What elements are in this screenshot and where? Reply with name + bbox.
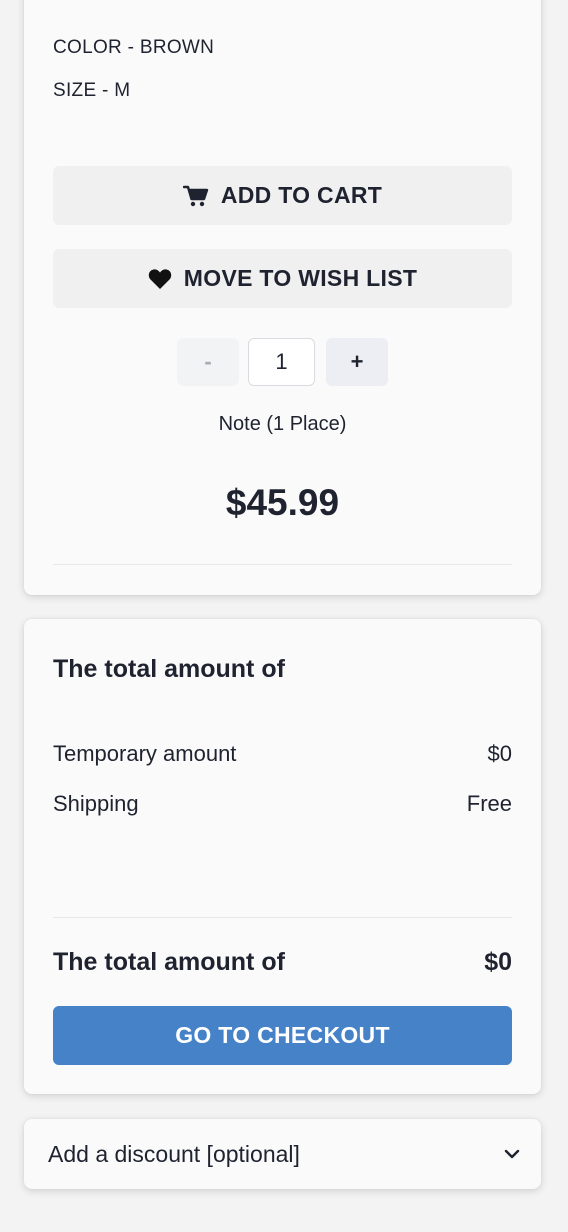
discount-label: Add a discount [optional] [48, 1140, 300, 1167]
summary-row-shipping: Shipping Free [53, 791, 512, 817]
summary-row-temporary: Temporary amount $0 [53, 741, 512, 767]
chevron-down-icon [503, 1148, 521, 1160]
add-to-cart-label: ADD TO CART [220, 182, 383, 208]
move-to-wishlist-button[interactable]: MOVE TO WISH LIST [53, 249, 512, 308]
total-value: $0 [484, 948, 512, 976]
cart-icon [182, 185, 209, 207]
size-attribute: SIZE - M [53, 80, 131, 101]
summary-title: The total amount of [53, 655, 285, 683]
summary-divider [53, 917, 512, 918]
summary-row-label: Shipping [53, 791, 139, 816]
note-text: Note (1 Place) [218, 413, 347, 435]
discount-accordion[interactable]: Add a discount [optional] [24, 1119, 541, 1189]
quantity-increment-button[interactable]: + [326, 338, 388, 386]
quantity-stepper: - + [24, 338, 541, 386]
product-card: COLOR - BROWN SIZE - M ADD TO CART MOVE … [24, 0, 541, 595]
summary-total-row: The total amount of $0 [53, 948, 512, 977]
quantity-input[interactable] [248, 338, 315, 386]
summary-row-value: $0 [487, 741, 512, 766]
color-attribute: COLOR - BROWN [53, 37, 215, 58]
checkout-button[interactable]: GO TO CHECKOUT [53, 1006, 512, 1065]
cart-page: COLOR - BROWN SIZE - M ADD TO CART MOVE … [0, 0, 568, 1232]
product-divider [53, 564, 512, 565]
total-label: The total amount of [53, 948, 285, 976]
wishlist-label: MOVE TO WISH LIST [183, 265, 418, 291]
summary-row-value: Free [466, 791, 512, 816]
quantity-decrement-button[interactable]: - [177, 338, 239, 386]
order-summary-card: The total amount of Temporary amount $0 … [24, 619, 541, 1094]
add-to-cart-button[interactable]: ADD TO CART [53, 166, 512, 225]
product-price: $45.99 [225, 482, 340, 523]
summary-row-label: Temporary amount [53, 741, 237, 766]
heart-icon [148, 268, 172, 290]
